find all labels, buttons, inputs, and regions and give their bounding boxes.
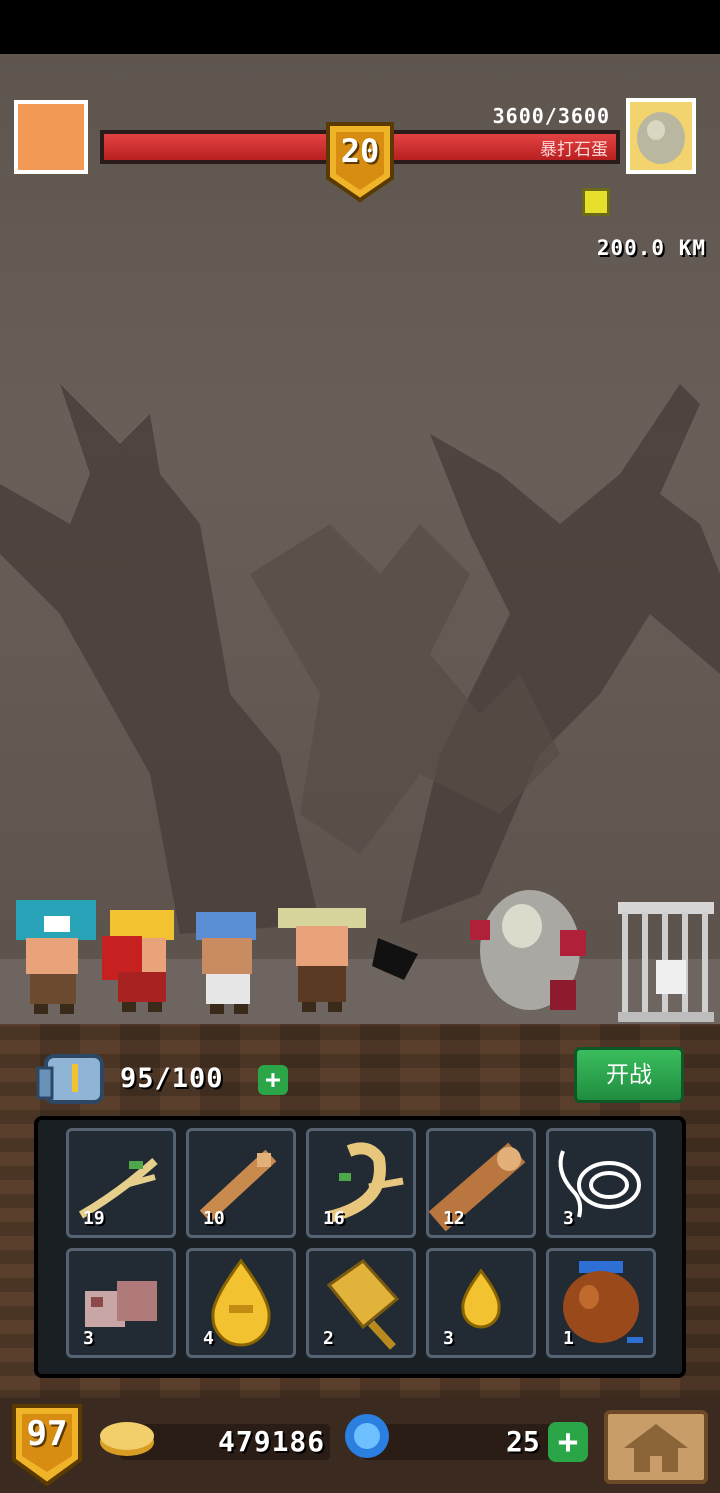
hero-chopper-sprite [16, 900, 96, 1014]
blue-gem-icon [345, 1414, 389, 1458]
player-avatar[interactable] [14, 100, 88, 174]
hero-flag-sprite [102, 910, 174, 1012]
inventory-slot[interactable]: 3 [426, 1248, 536, 1358]
enemy-name: 暴打石蛋 [540, 140, 608, 160]
inventory-slot[interactable]: 10 [186, 1128, 296, 1238]
gem-amount: 25 [506, 1425, 540, 1458]
item-count: 16 [323, 1208, 345, 1229]
item-count: 1 [563, 1328, 574, 1349]
item-count: 19 [83, 1208, 105, 1229]
item-count: 4 [203, 1328, 214, 1349]
inventory-slot[interactable]: 1 [546, 1248, 656, 1358]
gold-coin-icon [100, 1422, 154, 1456]
item-count: 3 [83, 1328, 94, 1349]
gold-amount: 479186 [218, 1425, 326, 1458]
item-count: 2 [323, 1328, 334, 1349]
enemy-avatar[interactable] [626, 98, 696, 174]
sword-buff-icon [582, 188, 610, 216]
boss-level: 20 [340, 132, 380, 170]
home-button[interactable] [604, 1410, 708, 1484]
stamina-bag-icon [36, 1054, 104, 1104]
item-count: 10 [203, 1208, 225, 1229]
enemy-hp-text: 3600/3600 [492, 104, 610, 128]
inventory-slot[interactable]: 4 [186, 1248, 296, 1358]
stamina-add-button[interactable]: + [258, 1065, 288, 1095]
stamina-value: 95/100 [120, 1063, 224, 1094]
inventory-slot[interactable]: 3 [546, 1128, 656, 1238]
stone-egg-icon [637, 112, 685, 164]
inventory-slot[interactable]: 12 [426, 1128, 536, 1238]
hero-elder-sprite [196, 912, 256, 1014]
hero-party [16, 900, 418, 1014]
inventory-slot[interactable]: 3 [66, 1248, 176, 1358]
home-icon [624, 1424, 688, 1472]
gem-add-button[interactable]: + [548, 1422, 588, 1462]
start-battle-button[interactable]: 开战 [574, 1047, 684, 1103]
stone-egg-enemy-sprite [470, 890, 586, 1010]
player-level: 97 [26, 1414, 68, 1454]
distance-text: 200.0 KM [596, 236, 706, 260]
status-bar [0, 0, 720, 54]
hero-farmer-sprite [278, 908, 418, 1012]
inventory-panel: 19 10 16 12 3 3 4 2 3 1 [34, 1116, 686, 1378]
inventory-slot[interactable]: 16 [306, 1128, 416, 1238]
item-count: 3 [443, 1328, 454, 1349]
inventory-slot[interactable]: 19 [66, 1128, 176, 1238]
inventory-slot[interactable]: 2 [306, 1248, 416, 1358]
item-count: 12 [443, 1208, 465, 1229]
item-count: 3 [563, 1208, 574, 1229]
cage-sprite [618, 902, 714, 1022]
